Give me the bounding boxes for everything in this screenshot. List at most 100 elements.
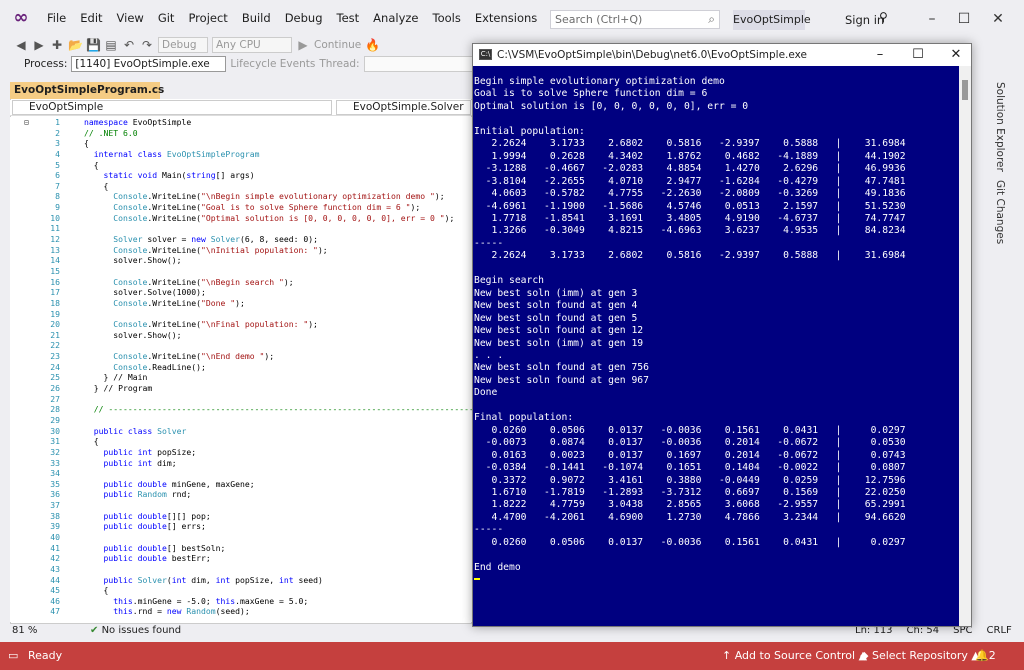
- code-line[interactable]: 25 } // Main: [10, 372, 472, 383]
- code-line[interactable]: 1 namespace EvoOptSimple: [10, 117, 472, 128]
- code-line[interactable]: 40: [10, 532, 472, 543]
- code-line[interactable]: 38 public double[][] pop;: [10, 511, 472, 522]
- side-tab-git-changes[interactable]: Git Changes: [994, 176, 1006, 248]
- lifecycle-events-button[interactable]: Lifecycle Events: [230, 58, 315, 70]
- code-line[interactable]: 8 Console.WriteLine("\nBegin simple evol…: [10, 191, 472, 202]
- process-select[interactable]: [1140] EvoOptSimple.exe: [71, 56, 227, 72]
- code-line[interactable]: 11: [10, 223, 472, 234]
- select-repository-button[interactable]: ◆ Select Repository ▲: [860, 644, 980, 668]
- code-line[interactable]: 26 } // Program: [10, 383, 472, 394]
- menu-view[interactable]: View: [110, 0, 151, 36]
- zoom-level[interactable]: 81 %: [12, 624, 37, 638]
- menu-project[interactable]: Project: [181, 0, 234, 36]
- code-line[interactable]: 27: [10, 394, 472, 405]
- save-all-icon[interactable]: ▤: [104, 38, 118, 52]
- menu-analyze[interactable]: Analyze: [366, 0, 425, 36]
- close-button[interactable]: ✕: [984, 8, 1012, 30]
- code-line[interactable]: 44 public Solver(int dim, int popSize, i…: [10, 575, 472, 586]
- type-navigation-select[interactable]: EvoOptSimple.Solver: [336, 100, 471, 115]
- code-line[interactable]: 19: [10, 309, 472, 320]
- thread-select[interactable]: [363, 56, 484, 72]
- forward-icon[interactable]: ▶: [32, 38, 46, 52]
- menu-extensions[interactable]: Extensions: [468, 0, 544, 36]
- configuration-select[interactable]: Debug: [158, 37, 208, 53]
- menu-edit[interactable]: Edit: [73, 0, 109, 36]
- tab-evooptsimpleprogram[interactable]: EvoOptSimpleProgram.cs: [10, 82, 164, 99]
- code-line[interactable]: 23 Console.WriteLine("\nEnd demo ");: [10, 351, 472, 362]
- menu-test[interactable]: Test: [330, 0, 367, 36]
- code-line[interactable]: 33 public int dim;: [10, 458, 472, 469]
- notifications-button[interactable]: 🔔2: [975, 644, 996, 668]
- menu-debug[interactable]: Debug: [278, 0, 330, 36]
- code-line[interactable]: 17 solver.Solve(1000);: [10, 287, 472, 298]
- open-icon[interactable]: 📂: [68, 38, 83, 52]
- code-line[interactable]: 46 this.minGene = -5.0; this.maxGene = 5…: [10, 596, 472, 607]
- code-line[interactable]: 20 Console.WriteLine("\nFinal population…: [10, 319, 472, 330]
- code-line[interactable]: 2 // .NET 6.0: [10, 128, 472, 139]
- code-line[interactable]: 13 Console.WriteLine("\nInitial populati…: [10, 245, 472, 256]
- continue-button[interactable]: Continue: [314, 39, 361, 51]
- code-line[interactable]: 32 public int popSize;: [10, 447, 472, 458]
- code-line[interactable]: 34: [10, 468, 472, 479]
- code-line[interactable]: 22: [10, 340, 472, 351]
- code-line[interactable]: 10 Console.WriteLine("Optimal solution i…: [10, 213, 472, 224]
- code-line[interactable]: 45 {: [10, 585, 472, 596]
- code-line[interactable]: 14 solver.Show();: [10, 255, 472, 266]
- undo-icon[interactable]: ↶: [122, 38, 136, 52]
- code-line[interactable]: 18 Console.WriteLine("Done ");: [10, 298, 472, 309]
- code-line[interactable]: 15: [10, 266, 472, 277]
- console-minimize-button[interactable]: –: [865, 44, 895, 66]
- code-line[interactable]: 24 Console.ReadLine();: [10, 362, 472, 373]
- code-line[interactable]: 43: [10, 564, 472, 575]
- side-tab-solution-explorer[interactable]: Solution Explorer: [994, 78, 1006, 176]
- code-line[interactable]: 31 {: [10, 436, 472, 447]
- project-navigation-select[interactable]: EvoOptSimple: [12, 100, 332, 115]
- code-line[interactable]: 4 internal class EvoOptSimpleProgram: [10, 149, 472, 160]
- console-close-button[interactable]: ✕: [941, 44, 971, 66]
- code-line[interactable]: 37: [10, 500, 472, 511]
- new-project-icon[interactable]: ✚: [50, 38, 64, 52]
- code-line[interactable]: 3{: [10, 138, 472, 149]
- menu-build[interactable]: Build: [235, 0, 278, 36]
- account-icon[interactable]: ⚲: [879, 10, 888, 24]
- issues-indicator[interactable]: ✔ No issues found: [90, 624, 181, 638]
- code-line[interactable]: 7 {: [10, 181, 472, 192]
- redo-icon[interactable]: ↷: [140, 38, 154, 52]
- menu-tools[interactable]: Tools: [426, 0, 468, 36]
- visual-studio-logo-icon[interactable]: ∞: [10, 7, 32, 29]
- console-window[interactable]: C:\ C:\VSM\EvoOptSimple\bin\Debug\net6.0…: [472, 43, 972, 627]
- continue-icon[interactable]: ▶: [296, 38, 310, 52]
- code-line[interactable]: 36 public Random rnd;: [10, 489, 472, 500]
- code-view[interactable]: ⊟ 1 namespace EvoOptSimple 2// .NET 6.0 3{4 …: [10, 117, 472, 622]
- code-line[interactable]: 47 this.rnd = new Random(seed);: [10, 606, 472, 617]
- code-line[interactable]: 5 {: [10, 160, 472, 171]
- code-line[interactable]: 41 public double[] bestSoln;: [10, 543, 472, 554]
- add-to-source-control-button[interactable]: ↑ Add to Source Control ▲: [722, 644, 867, 668]
- search-input[interactable]: Search (Ctrl+Q) ⌕: [550, 10, 720, 29]
- menu-git[interactable]: Git: [151, 0, 182, 36]
- line-ending[interactable]: CRLF: [987, 624, 1012, 638]
- code-line[interactable]: 21 solver.Show();: [10, 330, 472, 341]
- platform-select[interactable]: Any CPU: [212, 37, 292, 53]
- code-line[interactable]: 12 Solver solver = new Solver(6, 8, seed…: [10, 234, 472, 245]
- code-line[interactable]: 39 public double[] errs;: [10, 521, 472, 532]
- hot-reload-icon[interactable]: 🔥: [365, 38, 380, 52]
- console-maximize-button[interactable]: ☐: [903, 44, 933, 66]
- menu-file[interactable]: File: [40, 0, 73, 36]
- save-icon[interactable]: 💾: [86, 38, 101, 52]
- scroll-thumb[interactable]: [962, 80, 968, 100]
- console-scrollbar[interactable]: [959, 66, 971, 626]
- code-line[interactable]: 35 public double minGene, maxGene;: [10, 479, 472, 490]
- console-title-bar[interactable]: C:\ C:\VSM\EvoOptSimple\bin\Debug\net6.0…: [473, 44, 971, 66]
- code-line[interactable]: 29: [10, 415, 472, 426]
- code-line[interactable]: 42 public double bestErr;: [10, 553, 472, 564]
- minimize-button[interactable]: –: [918, 8, 946, 30]
- back-icon[interactable]: ◀: [14, 38, 28, 52]
- code-line[interactable]: 6 static void Main(string[] args): [10, 170, 472, 181]
- code-line[interactable]: 9 Console.WriteLine("Goal is to solve Sp…: [10, 202, 472, 213]
- code-line[interactable]: 28 // ----------------------------------…: [10, 404, 472, 415]
- code-line[interactable]: 16 Console.WriteLine("\nBegin search ");: [10, 277, 472, 288]
- line-number: 33: [50, 457, 60, 468]
- code-line[interactable]: 30 public class Solver: [10, 426, 472, 437]
- maximize-button[interactable]: ☐: [950, 8, 978, 30]
